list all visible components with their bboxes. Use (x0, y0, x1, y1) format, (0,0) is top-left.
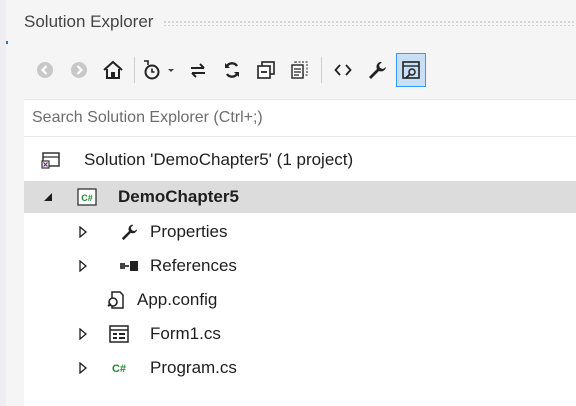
collapse-all-icon (256, 60, 276, 80)
tree-item-project[interactable]: C# DemoChapter5 (24, 181, 576, 213)
tree-item-label: Program.cs (150, 358, 237, 377)
home-button[interactable] (98, 53, 128, 87)
pending-changes-filter-button[interactable] (141, 53, 163, 87)
show-all-files-icon (290, 60, 310, 80)
csharp-file-icon: C# (108, 358, 130, 378)
sync-arrows-icon (188, 60, 208, 80)
show-all-files-button[interactable] (285, 53, 315, 87)
tree-item-program[interactable]: C# Program.cs (24, 352, 576, 384)
svg-text:C#: C# (81, 193, 93, 203)
preview-icon (400, 59, 422, 81)
back-button[interactable] (30, 53, 60, 87)
solution-icon (40, 150, 62, 170)
project-label: DemoChapter5 (118, 187, 239, 206)
tree-item-label: App.config (137, 290, 218, 309)
tree-item-label: Properties (150, 222, 228, 241)
collapsed-arrow-icon[interactable] (76, 361, 90, 375)
back-circle-icon (36, 61, 54, 79)
chevron-down-icon (166, 66, 176, 74)
forward-button[interactable] (64, 53, 94, 87)
left-edge-marker (6, 41, 8, 44)
config-icon (105, 290, 127, 310)
collapsed-arrow-icon[interactable] (76, 225, 90, 239)
expanded-arrow-icon[interactable] (41, 190, 55, 204)
refresh-icon (222, 60, 242, 80)
solution-label: Solution 'DemoChapter5' (1 project) (84, 150, 354, 169)
solution-tree: Solution 'DemoChapter5' (1 project) C# D… (24, 137, 576, 406)
toolbar-separator (321, 57, 322, 83)
search-input[interactable] (24, 109, 576, 127)
title-bar[interactable]: Solution Explorer (24, 9, 576, 35)
form-icon (108, 324, 130, 344)
tree-item-references[interactable]: References (24, 250, 576, 282)
collapse-all-button[interactable] (251, 53, 281, 87)
search-box (24, 99, 576, 137)
view-code-button[interactable] (328, 53, 358, 87)
refresh-button[interactable] (217, 53, 247, 87)
wrench-icon (118, 222, 140, 242)
tree-item-solution[interactable]: Solution 'DemoChapter5' (1 project) (24, 144, 576, 176)
wrench-icon (367, 60, 387, 80)
csharp-project-icon: C# (76, 187, 98, 207)
solution-explorer-panel: Solution Explorer Search Solution Explor… (0, 0, 576, 406)
title-grip[interactable] (163, 20, 576, 26)
tree-item-label: Form1.cs (150, 324, 221, 343)
forward-circle-icon (70, 61, 88, 79)
filter-dropdown-button[interactable] (163, 53, 179, 87)
home-icon (102, 59, 124, 81)
left-edge (0, 0, 6, 406)
toolbar (30, 50, 570, 90)
references-icon (118, 256, 140, 276)
tree-item-label: References (150, 256, 237, 275)
collapsed-arrow-icon[interactable] (76, 259, 90, 273)
toolbar-separator (134, 57, 135, 83)
tree-item-properties[interactable]: Properties (24, 216, 576, 248)
properties-button[interactable] (362, 53, 392, 87)
tree-item-app-config[interactable]: App.config (24, 284, 576, 316)
code-brackets-icon (334, 63, 352, 77)
tree-item-form1[interactable]: Form1.cs (24, 318, 576, 350)
svg-text:C#: C# (112, 363, 126, 375)
collapsed-arrow-icon[interactable] (76, 327, 90, 341)
panel-title: Solution Explorer (24, 12, 154, 31)
clock-filter-icon (142, 59, 162, 81)
preview-selected-items-button[interactable] (396, 53, 426, 87)
sync-with-active-document-button[interactable] (183, 53, 213, 87)
